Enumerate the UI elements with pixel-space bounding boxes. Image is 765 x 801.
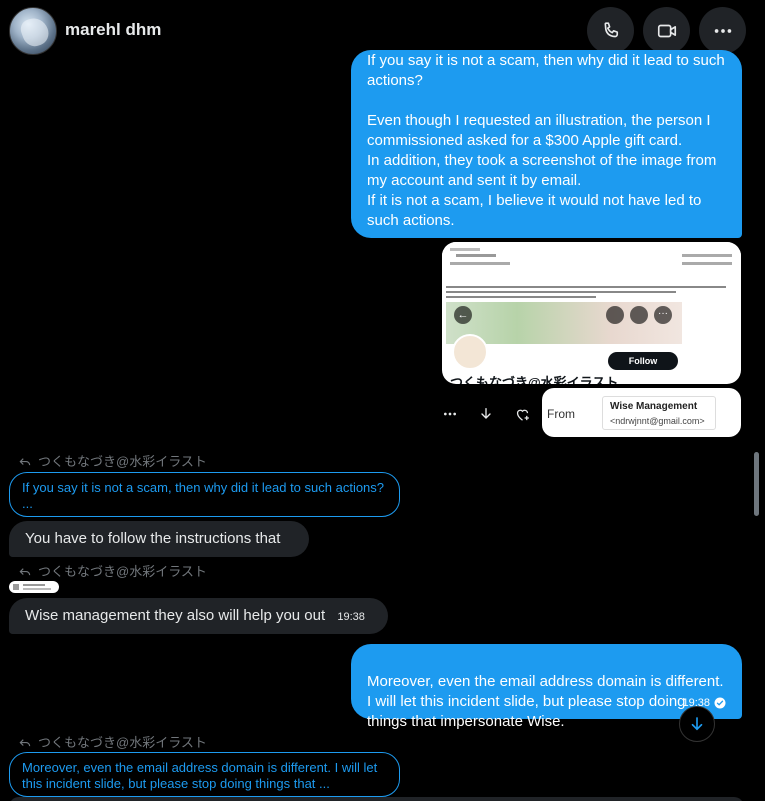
quoted-image-thumbnail[interactable] [9,581,59,593]
search-icon [630,306,648,324]
reply-arrow-icon [19,457,31,465]
from-label: From [547,407,575,421]
arrow-down-icon [691,717,703,731]
profile-handle: つくもなづき@水彩イラスト [450,375,619,384]
reply-author: つくもなづき@水彩イラスト [38,564,207,579]
message-incoming[interactable]: You have to follow the instructions that [9,521,309,557]
repost-icon [606,306,624,324]
reply-author: つくもなづき@水彩イラスト [38,454,207,469]
quoted-message[interactable]: If you say it is not a scam, then why di… [9,472,400,517]
reply-context-label: つくもなづき@水彩イラスト [18,451,207,470]
reply-context-label: つくもなづき@水彩イラスト [18,561,207,580]
video-icon [657,24,676,37]
more-icon [444,412,456,416]
seen-check-icon [714,697,726,709]
phone-icon [604,21,618,37]
quoted-message[interactable]: Moreover, even the email address domain … [9,752,400,797]
reply-arrow-icon [19,738,31,746]
call-button[interactable] [587,7,634,54]
message-outgoing[interactable]: Moreover, even the email address domain … [351,644,742,730]
message-time: 19:38 [337,611,365,623]
scroll-to-bottom-button[interactable] [679,706,715,742]
screenshot-top-area [442,242,741,282]
sender-email: <ndrwjnnt@gmail.com> [610,416,705,426]
screenshot-image[interactable]: ← ··· Follow つくもなづき@水彩イラスト [442,242,741,384]
sender-name: Wise Management [610,401,698,412]
sender-box: Wise Management <ndrwjnnt@gmail.com> [602,396,716,430]
message-text: You have to follow the instructions that [25,530,281,547]
more-options-button[interactable] [699,7,746,54]
reply-context-label: つくもなづき@水彩イラスト [18,732,207,751]
profile-avatar [452,334,488,370]
message-incoming[interactable]: Wise management they also will help you … [9,598,388,634]
screenshot-text-lines [446,286,736,300]
more-icon [714,28,731,33]
download-button[interactable] [474,402,498,426]
heart-plus-icon [516,409,529,421]
message-outgoing[interactable]: If you say it is not a scam, then why di… [351,50,742,238]
message-text: Wise management they also will help you … [25,607,326,624]
follow-button: Follow [608,352,678,370]
scrollbar-thumb[interactable] [754,452,759,516]
react-button[interactable] [510,402,534,426]
email-sender-card[interactable]: From Wise Management <ndrwjnnt@gmail.com… [542,388,741,437]
more-icon: ··· [654,306,672,324]
avatar[interactable] [9,7,57,55]
message-text: Moreover, even the email address domain … [367,673,724,730]
download-icon [481,408,491,419]
reply-arrow-icon [19,567,31,575]
message-incoming-partial[interactable] [9,797,744,801]
conversation-username[interactable]: marehl dhm [65,20,161,40]
video-call-button[interactable] [643,7,690,54]
back-icon: ← [454,306,472,324]
reply-author: つくもなづき@水彩イラスト [38,735,207,750]
message-more-button[interactable] [438,402,462,426]
